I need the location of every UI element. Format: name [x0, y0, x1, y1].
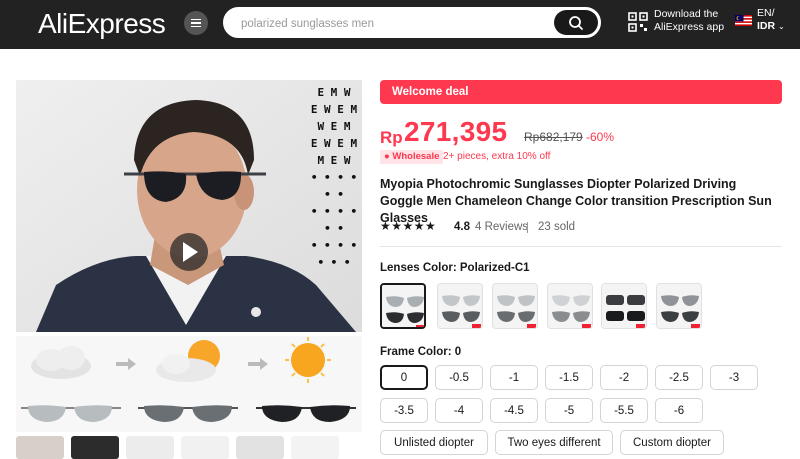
chevron-down-icon: ⌄ [778, 22, 785, 31]
thumbnail[interactable] [16, 436, 64, 459]
lens-color-label: Lenses Color: Polarized-C1 [380, 262, 530, 274]
glasses-swatch-icon [602, 284, 646, 328]
search-input[interactable] [241, 14, 541, 34]
language-label: EN/ [757, 7, 775, 19]
frame-option[interactable]: -5 [545, 398, 593, 423]
download-line-1: Download the [654, 8, 719, 20]
frame-color-label: Frame Color: 0 [380, 346, 462, 358]
sold-count: 23 sold [538, 221, 576, 233]
discount-percent: -60% [586, 130, 615, 144]
frame-option[interactable]: -3 [710, 365, 758, 390]
eye-chart: E M W E W E M W E M E W E M M E W • • • … [306, 84, 362, 271]
frame-option[interactable]: -4.5 [490, 398, 538, 423]
thumbnail[interactable] [126, 436, 174, 459]
sun-cloud-icon [156, 340, 220, 382]
qr-code-icon[interactable] [628, 12, 648, 32]
lens-swatch[interactable] [656, 283, 702, 329]
frame-option[interactable]: -6 [655, 398, 703, 423]
eye-chart-row: W E M [317, 120, 351, 133]
thumbnail[interactable] [181, 436, 229, 459]
eye-chart-row: E W E M [310, 137, 358, 150]
tag-icon: ● [384, 151, 390, 162]
thumbnail[interactable] [291, 436, 339, 459]
rating-value: 4.8 [454, 221, 470, 233]
glasses-swatch-icon [382, 285, 424, 327]
lens-swatch[interactable] [601, 283, 647, 329]
frame-option[interactable]: -2.5 [655, 365, 703, 390]
frame-option[interactable]: -1.5 [545, 365, 593, 390]
frame-option[interactable]: -2 [600, 365, 648, 390]
wholesale-label: Wholesale [392, 151, 440, 162]
divider [527, 222, 528, 233]
lens-swatch[interactable] [437, 283, 483, 329]
search-button[interactable] [554, 10, 598, 35]
download-app-link[interactable]: Download the AliExpress app [654, 8, 724, 34]
glasses-swatch-icon [493, 284, 537, 328]
menu-button[interactable] [184, 11, 208, 35]
lens-swatch[interactable] [380, 283, 426, 329]
glasses-light [21, 405, 121, 422]
frame-option[interactable]: -3.5 [380, 398, 428, 423]
star-rating-icon: ★★★★★ [380, 219, 437, 233]
frame-option-two-eyes[interactable]: Two eyes different [495, 430, 613, 455]
frame-option[interactable]: -4 [435, 398, 483, 423]
glasses-swatch-icon [657, 284, 701, 328]
download-line-2: AliExpress app [654, 21, 725, 33]
thumbnail[interactable] [236, 436, 284, 459]
thumbnail[interactable] [71, 436, 119, 459]
main-product-image[interactable]: E M W E W E M W E M E W E M M E W • • • … [16, 80, 362, 332]
thumbnail-list [16, 436, 362, 459]
frame-option[interactable]: -0.5 [435, 365, 483, 390]
weather-lens-illustration [21, 337, 356, 422]
reviews-link[interactable]: 4 Reviews [475, 221, 528, 233]
wholesale-note: 2+ pieces, extra 10% off [443, 151, 551, 162]
glasses-medium [138, 405, 238, 422]
aliexpress-logo[interactable]: AliExpress [38, 8, 166, 40]
eye-chart-row: • • • • • • [310, 171, 358, 201]
eye-chart-row: E W E M [310, 103, 358, 116]
sun-icon [285, 337, 331, 383]
lens-swatch[interactable] [547, 283, 593, 329]
eye-chart-row: M E W [317, 154, 351, 167]
glasses-swatch-icon [438, 284, 482, 328]
currency-label: IDR [757, 20, 776, 32]
photochromic-illustration [16, 336, 362, 432]
top-header: AliExpress Download the AliExpress app [0, 0, 800, 49]
frame-option[interactable]: 0 [380, 365, 428, 390]
product-title: Myopia Photochromic Sunglasses Diopter P… [380, 177, 772, 225]
original-price: Rp682,179 [524, 130, 583, 144]
eye-chart-row: E M W [317, 86, 351, 99]
glasses-swatch-icon [548, 284, 592, 328]
wholesale-badge: ● Wholesale [380, 150, 444, 164]
hamburger-icon [191, 19, 201, 27]
eye-chart-row: • • • • • • [310, 205, 358, 235]
language-currency-selector[interactable]: EN/ IDR ⌄ [757, 7, 785, 33]
frame-option-custom[interactable]: Custom diopter [620, 430, 724, 455]
section-divider [380, 246, 782, 247]
search-bar [223, 7, 601, 38]
price-currency: Rp [380, 128, 403, 147]
current-price: 271,395 [404, 116, 508, 147]
frame-option[interactable]: -1 [490, 365, 538, 390]
frame-option-unlisted[interactable]: Unlisted diopter [380, 430, 488, 455]
cloud-icon [31, 346, 91, 379]
welcome-deal-banner: Welcome deal [380, 80, 782, 104]
lens-swatch[interactable] [492, 283, 538, 329]
eye-chart-row: • • • • • • • [310, 239, 358, 269]
frame-option[interactable]: -5.5 [600, 398, 648, 423]
malaysia-flag-icon [735, 15, 752, 26]
search-icon [569, 15, 583, 30]
glasses-dark [256, 405, 356, 422]
